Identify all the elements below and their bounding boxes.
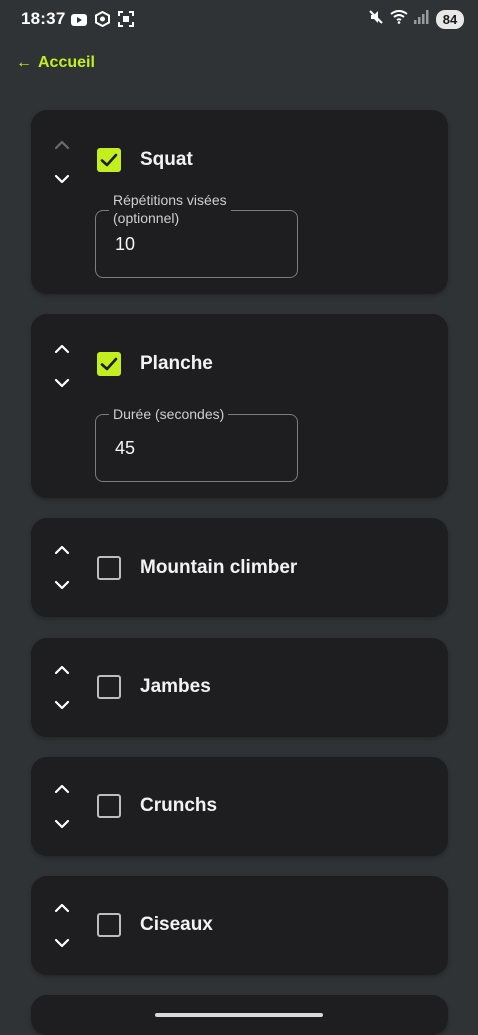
move-down-button[interactable]	[52, 172, 72, 186]
chevron-down-icon	[54, 580, 70, 590]
check-icon	[100, 153, 118, 167]
chevron-up-icon	[54, 903, 70, 913]
chevron-down-icon	[54, 174, 70, 184]
chevron-down-icon	[54, 938, 70, 948]
exercise-card-mountain-climber: Mountain climber	[31, 518, 448, 617]
move-up-button[interactable]	[52, 543, 72, 557]
chevron-down-icon	[54, 819, 70, 829]
mute-icon	[368, 9, 384, 30]
battery-indicator: 84	[436, 10, 464, 29]
move-up-button[interactable]	[52, 663, 72, 677]
chevron-down-icon	[54, 700, 70, 710]
move-up-button[interactable]	[52, 342, 72, 356]
signal-icon	[414, 10, 430, 29]
back-arrow-icon: ←	[16, 54, 32, 71]
field-value: 10	[115, 234, 136, 254]
status-time: 18:37	[21, 9, 66, 28]
exercise-card-jambes: Jambes	[31, 638, 448, 737]
exercise-checkbox[interactable]	[97, 148, 121, 172]
exercise-checkbox[interactable]	[97, 556, 121, 580]
target-reps-field[interactable]: Répétitions visées (optionnel) 10	[95, 191, 298, 278]
field-label: Répétitions visées (optionnel)	[109, 191, 231, 227]
check-icon	[100, 357, 118, 371]
screen-record-icon	[118, 11, 134, 32]
status-icons-left	[71, 10, 134, 32]
move-down-button[interactable]	[52, 578, 72, 592]
status-icons-right: 84	[368, 9, 464, 30]
move-up-button[interactable]	[52, 138, 72, 152]
wifi-icon	[390, 10, 408, 29]
exercise-card-crunchs: Crunchs	[31, 757, 448, 856]
exercise-name: Mountain climber	[140, 557, 298, 578]
exercise-name: Planche	[140, 353, 213, 374]
move-down-button[interactable]	[52, 698, 72, 712]
youtube-icon	[71, 13, 87, 31]
field-value: 45	[115, 438, 136, 458]
chevron-up-icon	[54, 344, 70, 354]
chevron-up-icon	[54, 665, 70, 675]
chevron-up-icon	[54, 140, 70, 150]
duration-seconds-field[interactable]: Durée (secondes) 45	[95, 405, 298, 482]
exercise-checkbox[interactable]	[97, 675, 121, 699]
back-to-home-link[interactable]: ← Accueil	[16, 54, 95, 72]
back-link-label: Accueil	[38, 54, 95, 71]
move-up-button[interactable]	[52, 782, 72, 796]
exercise-name: Ciseaux	[140, 914, 213, 935]
exercise-name: Jambes	[140, 676, 211, 697]
hexagon-app-icon	[95, 10, 110, 32]
exercise-card-planche: Planche Durée (secondes) 45	[31, 314, 448, 498]
exercise-card-ciseaux: Ciseaux	[31, 876, 448, 975]
chevron-up-icon	[54, 784, 70, 794]
home-indicator[interactable]	[155, 1013, 323, 1017]
exercise-name: Crunchs	[140, 795, 218, 816]
exercise-checkbox[interactable]	[97, 794, 121, 818]
chevron-down-icon	[54, 378, 70, 388]
move-down-button[interactable]	[52, 936, 72, 950]
move-down-button[interactable]	[52, 376, 72, 390]
move-down-button[interactable]	[52, 817, 72, 831]
move-up-button[interactable]	[52, 901, 72, 915]
exercise-checkbox[interactable]	[97, 352, 121, 376]
exercise-name: Squat	[140, 149, 193, 170]
chevron-up-icon	[54, 545, 70, 555]
exercise-checkbox[interactable]	[97, 913, 121, 937]
exercise-card-squat: Squat Répétitions visées (optionnel) 10	[31, 110, 448, 294]
field-label: Durée (secondes)	[109, 405, 229, 423]
status-bar: 18:37 84	[0, 0, 478, 40]
